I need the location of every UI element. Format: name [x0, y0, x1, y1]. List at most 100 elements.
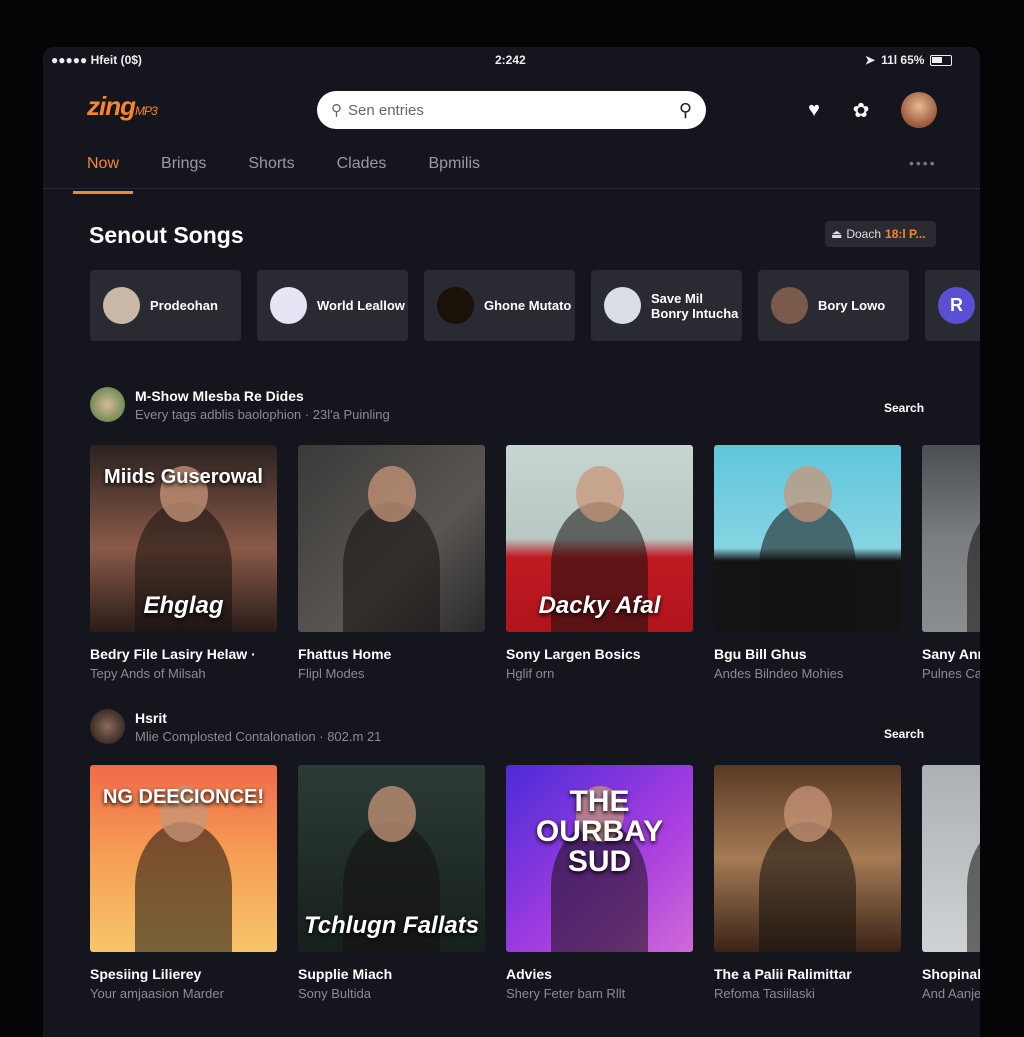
heart-icon[interactable]: ♥: [803, 99, 825, 121]
song-artist: Sony Bultida: [298, 986, 371, 1001]
row-title: Hsrit: [135, 709, 167, 726]
song-card[interactable]: Fhattus Home Flipl Modes: [298, 445, 485, 681]
song-card[interactable]: Miids Guserowal Ehglag Bedry File Lasiry H…: [90, 445, 277, 681]
song-card[interactable]: THE OURBAY SUD Advies Shery Feter bam Rllt: [506, 765, 693, 1001]
album-art[interactable]: Tchlugn Fallats: [298, 765, 485, 952]
song-card[interactable]: Tchlugn Fallats Supplie Miach Sony Bultida: [298, 765, 485, 1001]
row-subtitle: Every tags adblis baolophion · 23l'a Pui…: [135, 406, 390, 422]
row-avatar: [90, 387, 125, 422]
user-avatar[interactable]: [901, 92, 937, 128]
artist-name: World Leallow: [317, 298, 405, 313]
artist-chip[interactable]: Prodeohan: [90, 270, 241, 341]
album-art[interactable]: Dacky Afal: [506, 445, 693, 632]
row-subtitle: Mlie Complosted Contalonation · 802.m 21: [135, 728, 382, 744]
artist-name: Ghone Mutato: [484, 298, 572, 313]
search-placeholder: Sen entries: [348, 101, 424, 119]
art-title: Miids Guserowal: [104, 466, 263, 488]
art-caption: Ehglag: [143, 592, 224, 619]
song-title: Bgu Bill Ghus: [714, 646, 807, 662]
artist-head: [784, 466, 832, 522]
gear-icon[interactable]: ✿: [850, 99, 872, 122]
artist-avatar: [771, 287, 808, 324]
artist-figure: [967, 502, 980, 632]
artist-name: Prodeohan: [150, 298, 218, 313]
card-row: NG DEECIONCE! Spesiing Lilierey Your amjaa…: [90, 765, 980, 1001]
artist-avatar: [604, 287, 641, 324]
artist-head: [784, 786, 832, 842]
song-artist: And Aanje: [922, 986, 980, 1001]
row-avatar: [90, 709, 125, 744]
artist-head: [368, 466, 416, 522]
artist-chip-list: Prodeohan World Leallow Ghone Mutato Save M…: [90, 270, 980, 341]
album-art[interactable]: NG DEECIONCE!: [90, 765, 277, 952]
search-submit-icon[interactable]: ⚲: [679, 100, 692, 121]
logo-text: zing: [87, 91, 136, 121]
song-title: The a Palii Ralimittar: [714, 966, 852, 982]
album-art[interactable]: THE OURBAY SUD: [506, 765, 693, 952]
song-title: Sany Ann: [922, 646, 980, 662]
song-title: Spesiing Lilierey: [90, 966, 202, 982]
song-title: Shopinal: [922, 966, 980, 982]
row-title: M-Show Mlesba Re Dides: [135, 387, 304, 404]
artist-avatar: R: [938, 287, 975, 324]
status-carrier: ●●●●● Hfeit (0$): [51, 53, 142, 67]
location-icon: ➤: [865, 53, 876, 67]
song-card[interactable]: NG DEECIONCE! Spesiing Lilierey Your amjaa…: [90, 765, 277, 1001]
art-title: THE OURBAY SUD: [535, 785, 664, 878]
artist-head: [576, 466, 624, 522]
song-artist: Refoma Tasiilaski: [714, 986, 815, 1001]
download-button[interactable]: ⏏ Doach 18:l P...: [825, 221, 936, 247]
logo-suffix: MP3: [135, 104, 158, 118]
song-artist: Andes Bilndeo Mohies: [714, 666, 844, 681]
section-title: Senout Songs: [89, 222, 244, 248]
artist-chip[interactable]: R: [925, 270, 980, 341]
song-card[interactable]: Dacky Afal Sony Largen Bosics Hglif orn: [506, 445, 693, 681]
song-card[interactable]: Bgu Bill Ghus Andes Bilndeo Mohies: [714, 445, 901, 681]
artist-avatar: [437, 287, 474, 324]
song-title: Sony Largen Bosics: [506, 646, 641, 662]
album-art[interactable]: [714, 765, 901, 952]
status-right: ➤ 11l 65%: [865, 53, 953, 67]
art-title: NG DEECIONCE!: [102, 786, 265, 808]
song-artist: Pulnes Ca: [922, 666, 980, 681]
artist-avatar: [270, 287, 307, 324]
artist-name: Save Mil Bonry Intucha: [651, 290, 739, 321]
battery-icon: [930, 54, 953, 66]
album-art[interactable]: [714, 445, 901, 632]
song-card[interactable]: Shopinal And Aanje: [922, 765, 980, 1001]
row-header: Hsrit Mlie Complosted Contalonation · 802…: [90, 709, 381, 744]
song-card[interactable]: The a Palii Ralimittar Refoma Tasiilaski: [714, 765, 901, 1001]
artist-figure: [967, 822, 980, 952]
album-art[interactable]: [922, 765, 980, 952]
album-art[interactable]: [922, 445, 980, 632]
artist-name: Bory Lowo: [818, 298, 886, 313]
row-search-button[interactable]: Search: [884, 401, 924, 415]
artist-chip[interactable]: Bory Lowo: [758, 270, 909, 341]
divider: [43, 188, 980, 189]
download-icon: ⏏: [831, 227, 843, 241]
app-logo[interactable]: zingMP3: [87, 91, 158, 122]
more-icon[interactable]: ••••: [909, 155, 937, 171]
song-card[interactable]: Sany Ann Pulnes Ca: [922, 445, 980, 681]
album-art[interactable]: Miids Guserowal Ehglag: [90, 445, 277, 632]
search-input[interactable]: ⚲ Sen entries ⚲: [317, 91, 706, 129]
artist-chip[interactable]: Ghone Mutato: [424, 270, 575, 341]
status-battery-text: 11l 65%: [881, 53, 925, 67]
song-artist: Tepy Ands of Milsah: [90, 666, 206, 681]
row-search-button[interactable]: Search: [884, 727, 924, 741]
song-title: Bedry File Lasiry Helaw ·: [90, 646, 256, 662]
song-artist: Shery Feter bam Rllt: [506, 986, 626, 1001]
album-art[interactable]: [298, 445, 485, 632]
song-artist: Your amjaasion Marder: [90, 986, 224, 1001]
artist-chip[interactable]: Save Mil Bonry Intucha: [591, 270, 742, 341]
artist-chip[interactable]: World Leallow: [257, 270, 408, 341]
search-icon: ⚲: [331, 102, 342, 119]
art-caption: Dacky Afal: [538, 592, 661, 619]
song-title: Fhattus Home: [298, 646, 392, 662]
card-row: Miids Guserowal Ehglag Bedry File Lasiry H…: [90, 445, 980, 681]
song-title: Supplie Miach: [298, 966, 393, 982]
row-header: M-Show Mlesba Re Dides Every tags adblis …: [90, 387, 390, 422]
song-title: Advies: [506, 966, 552, 982]
status-time: 2:242: [495, 53, 526, 67]
download-value: 18:l P...: [885, 227, 926, 241]
